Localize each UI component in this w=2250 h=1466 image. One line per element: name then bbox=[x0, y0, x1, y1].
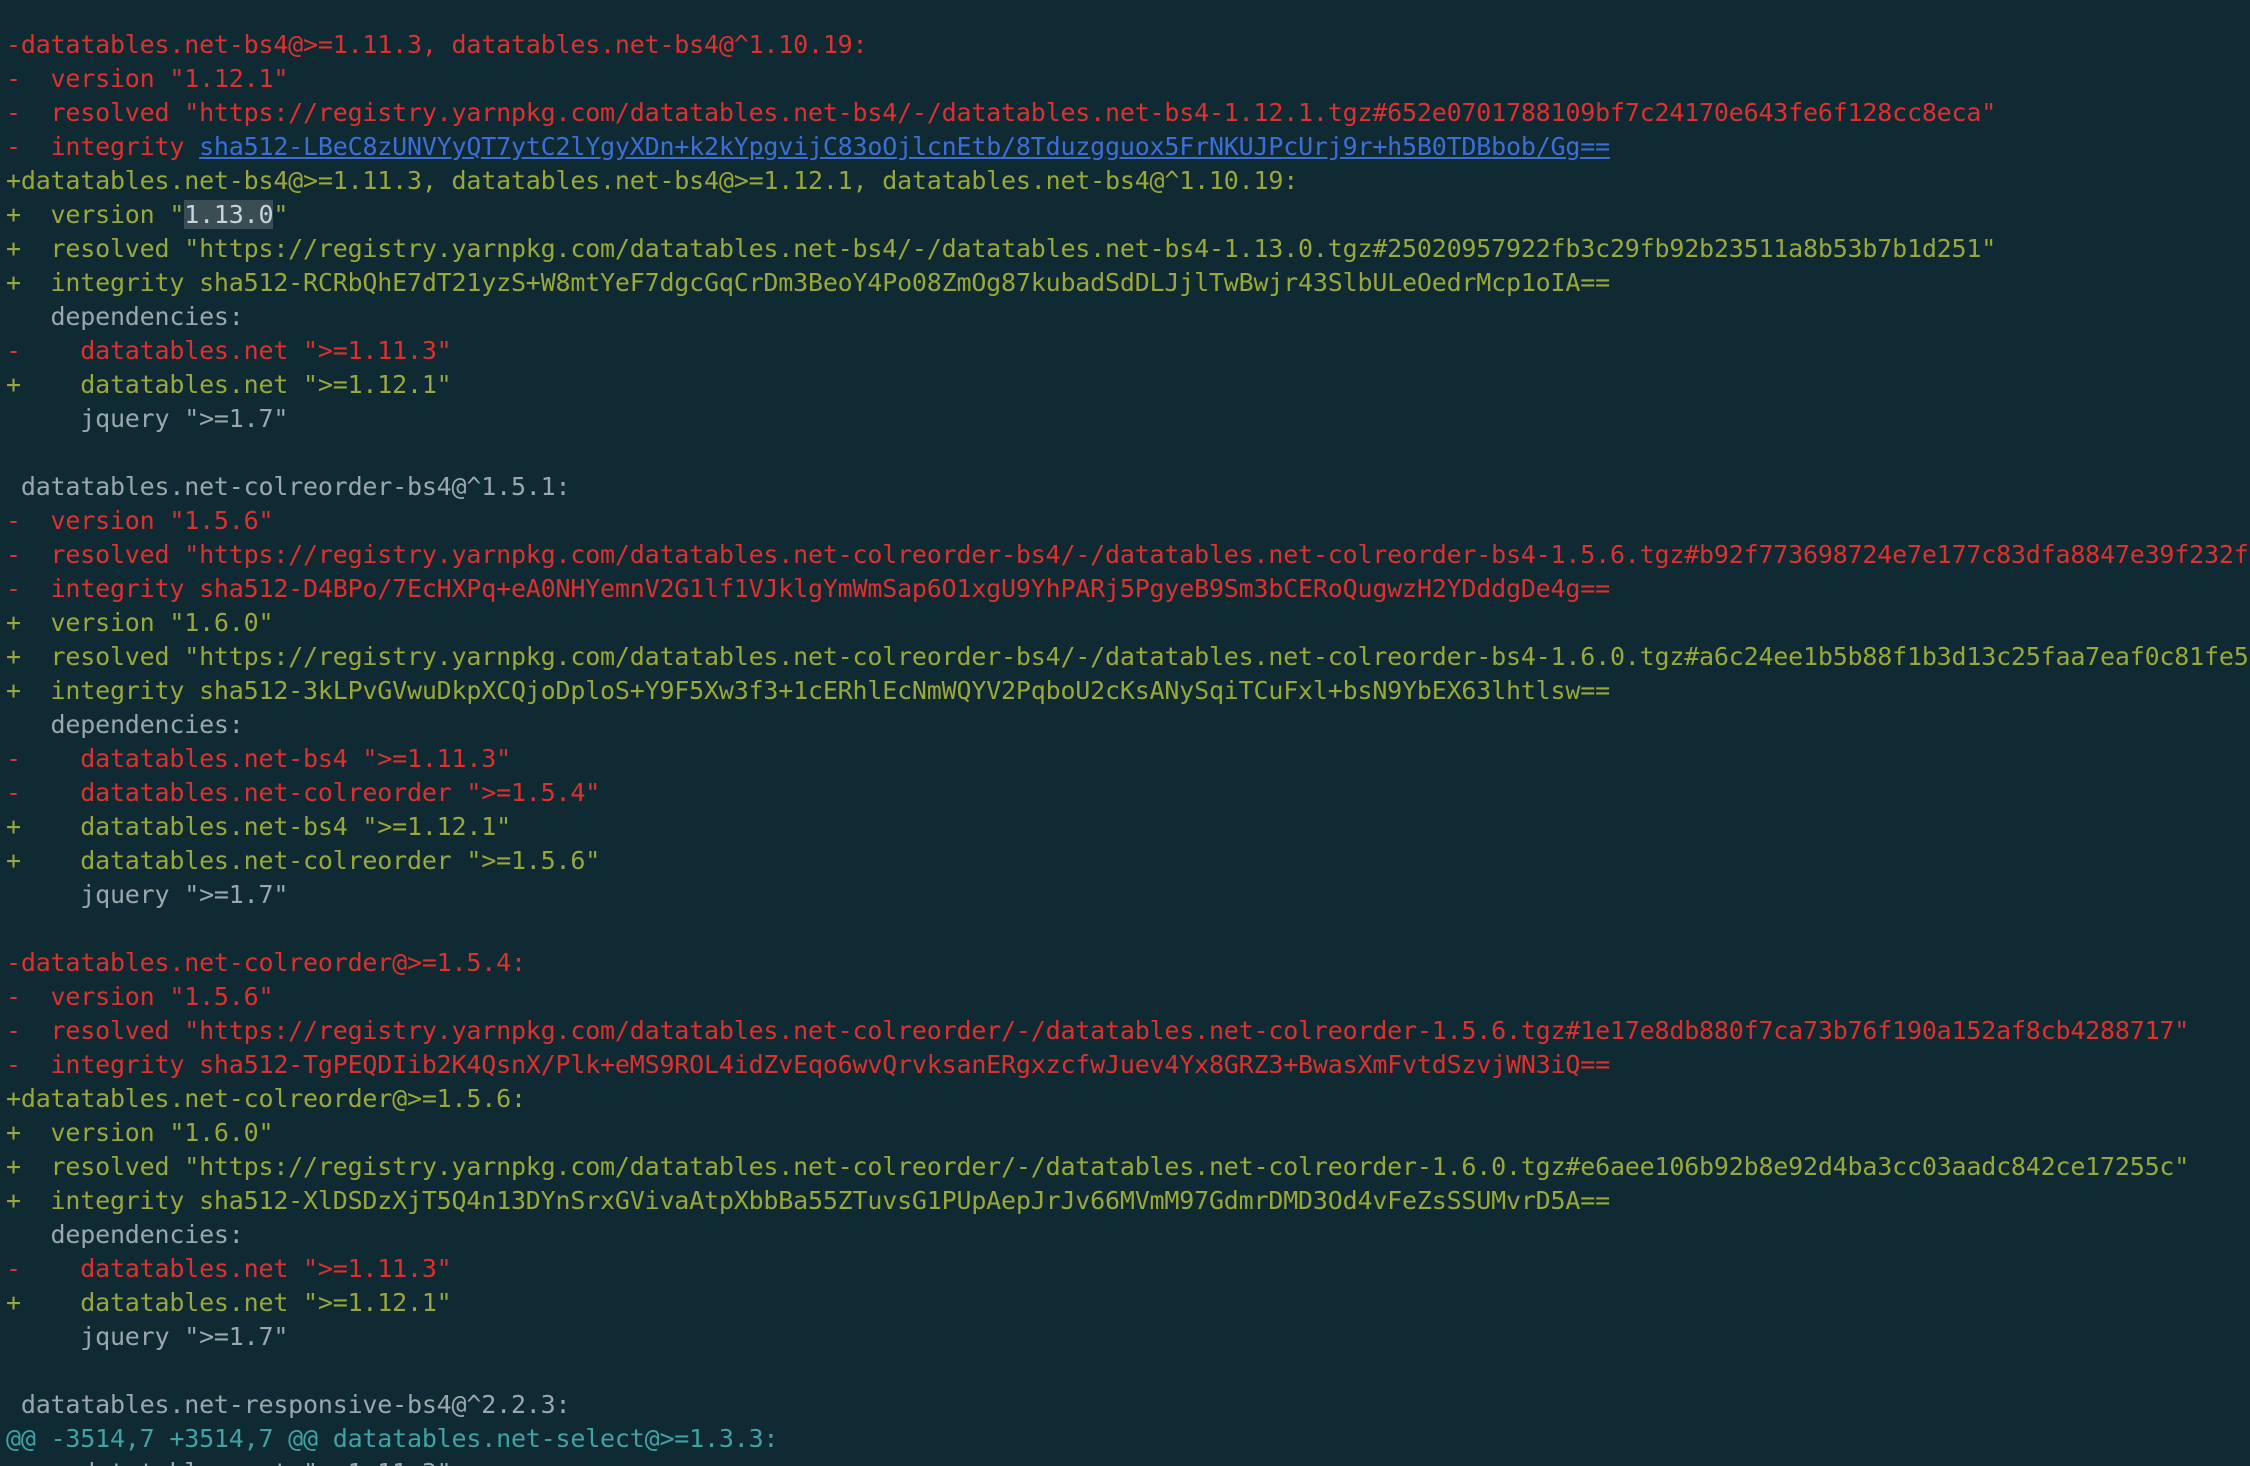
diff-line-context: dependencies: bbox=[0, 1218, 2250, 1252]
diff-line-text: - datatables.net ">=1.11.3" bbox=[6, 336, 452, 365]
diff-line-text: + datatables.net ">=1.12.1" bbox=[6, 370, 452, 399]
diff-line-context: dependencies: bbox=[0, 300, 2250, 334]
diff-line-text: - integrity bbox=[6, 132, 200, 161]
diff-line-text: +datatables.net-bs4@>=1.11.3, datatables… bbox=[6, 166, 1299, 195]
diff-line-added: + resolved "https://registry.yarnpkg.com… bbox=[0, 232, 2250, 266]
diff-line-context: datatables.net-colreorder-bs4@^1.5.1: bbox=[0, 470, 2250, 504]
diff-line-text: dependencies: bbox=[6, 302, 244, 331]
diff-line-text: - resolved "https://registry.yarnpkg.com… bbox=[6, 1016, 2190, 1045]
diff-line-text: + integrity sha512-XlDSDzXjT5Q4n13DYnSrx… bbox=[6, 1186, 1610, 1215]
diff-line-added: + datatables.net ">=1.12.1" bbox=[0, 1286, 2250, 1320]
diff-line-context: dependencies: bbox=[0, 708, 2250, 742]
diff-line-text: + integrity sha512-RCRbQhE7dT21yzS+W8mtY… bbox=[6, 268, 1610, 297]
diff-line-added: + version "1.13.0" bbox=[0, 198, 2250, 232]
diff-line-context: datatables.net-responsive-bs4@^2.2.3: bbox=[0, 1388, 2250, 1422]
diff-line-removed: - datatables.net ">=1.11.3" bbox=[0, 334, 2250, 368]
diff-line-text: - version "1.5.6" bbox=[6, 982, 274, 1011]
diff-line-text: + version "1.6.0" bbox=[6, 608, 274, 637]
diff-line-text: + resolved "https://registry.yarnpkg.com… bbox=[6, 1152, 2190, 1181]
diff-line-text: datatables.net-colreorder-bs4@^1.5.1: bbox=[6, 472, 571, 501]
diff-line-removed: - integrity sha512-TgPEQDIib2K4QsnX/Plk+… bbox=[0, 1048, 2250, 1082]
diff-line-text: - version "1.5.6" bbox=[6, 506, 274, 535]
diff-line-added: + datatables.net ">=1.12.1" bbox=[0, 368, 2250, 402]
diff-line-added: + integrity sha512-XlDSDzXjT5Q4n13DYnSrx… bbox=[0, 1184, 2250, 1218]
diff-line-removed: - integrity sha512-LBeC8zUNVYyQT7ytC2lYg… bbox=[0, 130, 2250, 164]
diff-line-text: + datatables.net-bs4 ">=1.12.1" bbox=[6, 812, 511, 841]
diff-line-removed: - version "1.12.1" bbox=[0, 62, 2250, 96]
diff-line-text: +datatables.net-colreorder@>=1.5.6: bbox=[6, 1084, 526, 1113]
diff-line-added: + resolved "https://registry.yarnpkg.com… bbox=[0, 640, 2250, 674]
diff-line-context bbox=[0, 1354, 2250, 1388]
diff-line-added: + resolved "https://registry.yarnpkg.com… bbox=[0, 1150, 2250, 1184]
diff-line-removed: - version "1.5.6" bbox=[0, 980, 2250, 1014]
diff-line-text: - integrity sha512-TgPEQDIib2K4QsnX/Plk+… bbox=[6, 1050, 1610, 1079]
diff-line-added: +datatables.net-colreorder@>=1.5.6: bbox=[0, 1082, 2250, 1116]
diff-line-text: + datatables.net-colreorder ">=1.5.6" bbox=[6, 846, 601, 875]
diff-line-added: +datatables.net-bs4@>=1.11.3, datatables… bbox=[0, 164, 2250, 198]
diff-line-text: jquery ">=1.7" bbox=[6, 404, 289, 433]
diff-line-text: datatables.net-responsive-bs4@^2.2.3: bbox=[6, 1390, 571, 1419]
diff-line-text: + resolved "https://registry.yarnpkg.com… bbox=[6, 234, 1997, 263]
diff-line-added: + datatables.net-bs4 ">=1.12.1" bbox=[0, 810, 2250, 844]
diff-line-text: - datatables.net-bs4 ">=1.11.3" bbox=[6, 744, 511, 773]
diff-line-text: jquery ">=1.7" bbox=[6, 1322, 289, 1351]
diff-line-removed: - resolved "https://registry.yarnpkg.com… bbox=[0, 96, 2250, 130]
diff-line-context: jquery ">=1.7" bbox=[0, 1320, 2250, 1354]
diff-line-text: -datatables.net-bs4@>=1.11.3, datatables… bbox=[6, 30, 868, 59]
diff-line-text: + integrity sha512-3kLPvGVwuDkpXCQjoDplo… bbox=[6, 676, 1610, 705]
diff-line-context: jquery ">=1.7" bbox=[0, 878, 2250, 912]
diff-line-added: + integrity sha512-3kLPvGVwuDkpXCQjoDplo… bbox=[0, 674, 2250, 708]
diff-line-added: + version "1.6.0" bbox=[0, 1116, 2250, 1150]
diff-line-text-tail: " bbox=[273, 200, 289, 229]
selected-text: 1.13.0 bbox=[184, 200, 274, 229]
diff-line-added: + datatables.net-colreorder ">=1.5.6" bbox=[0, 844, 2250, 878]
diff-line-text: + version " bbox=[6, 200, 185, 229]
diff-line-text: - resolved "https://registry.yarnpkg.com… bbox=[6, 98, 1997, 127]
diff-line-removed: - version "1.5.6" bbox=[0, 504, 2250, 538]
diff-line-added: + integrity sha512-RCRbQhE7dT21yzS+W8mtY… bbox=[0, 266, 2250, 300]
diff-line-text: -datatables.net-colreorder@>=1.5.4: bbox=[6, 948, 526, 977]
diff-line-text: dependencies: bbox=[6, 1220, 244, 1249]
diff-line-hunk: @@ -3514,7 +3514,7 @@ datatables.net-sel… bbox=[0, 1422, 2250, 1456]
diff-line-added: + version "1.6.0" bbox=[0, 606, 2250, 640]
diff-line-removed: - resolved "https://registry.yarnpkg.com… bbox=[0, 1014, 2250, 1048]
diff-line-context: jquery ">=1.7" bbox=[0, 402, 2250, 436]
diff-line-removed: - integrity sha512-D4BPo/7EcHXPq+eA0NHYe… bbox=[0, 572, 2250, 606]
diff-line-text: - datatables.net ">=1.11.3" bbox=[6, 1254, 452, 1283]
diff-line-removed: - datatables.net-colreorder ">=1.5.4" bbox=[0, 776, 2250, 810]
diff-line-removed: - datatables.net ">=1.11.3" bbox=[0, 1252, 2250, 1286]
terminal-diff-view[interactable]: -datatables.net-bs4@>=1.11.3, datatables… bbox=[0, 0, 2250, 1466]
diff-line-text: - integrity sha512-D4BPo/7EcHXPq+eA0NHYe… bbox=[6, 574, 1610, 603]
diff-line-removed: - datatables.net-bs4 ">=1.11.3" bbox=[0, 742, 2250, 776]
diff-line-text: + version "1.6.0" bbox=[6, 1118, 274, 1147]
integrity-hash-link[interactable]: sha512-LBeC8zUNVYyQT7ytC2lYgyXDn+k2kYpgv… bbox=[199, 132, 1610, 161]
diff-line-context: datatables.net ">=1.11.3" bbox=[0, 1456, 2250, 1466]
diff-line-text: - resolved "https://registry.yarnpkg.com… bbox=[6, 540, 2250, 569]
diff-line-context bbox=[0, 436, 2250, 470]
diff-line-text: - version "1.12.1" bbox=[6, 64, 289, 93]
diff-line-text: + resolved "https://registry.yarnpkg.com… bbox=[6, 642, 2250, 671]
diff-line-removed: -datatables.net-colreorder@>=1.5.4: bbox=[0, 946, 2250, 980]
diff-line-removed: -datatables.net-bs4@>=1.11.3, datatables… bbox=[0, 28, 2250, 62]
diff-line-text: @@ -3514,7 +3514,7 @@ datatables.net-sel… bbox=[6, 1424, 779, 1453]
diff-line-text: dependencies: bbox=[6, 710, 244, 739]
diff-line-text: - datatables.net-colreorder ">=1.5.4" bbox=[6, 778, 601, 807]
diff-line-text: datatables.net ">=1.11.3" bbox=[6, 1458, 451, 1466]
diff-line-removed: - resolved "https://registry.yarnpkg.com… bbox=[0, 538, 2250, 572]
diff-line-context bbox=[0, 912, 2250, 946]
diff-line-text: jquery ">=1.7" bbox=[6, 880, 289, 909]
diff-line-text: + datatables.net ">=1.12.1" bbox=[6, 1288, 452, 1317]
